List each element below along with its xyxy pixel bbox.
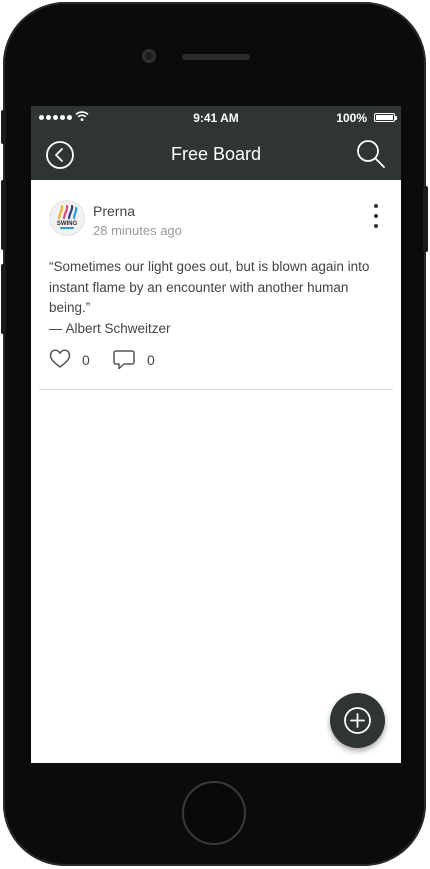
battery-icon xyxy=(374,113,397,122)
heart-outline-icon[interactable] xyxy=(49,348,71,370)
status-bar: 9:41 AM 100% xyxy=(31,106,401,130)
post-author[interactable]: Prerna xyxy=(93,203,135,219)
battery-percentage: 100% xyxy=(336,111,367,125)
swing-logo: SWING xyxy=(57,204,78,229)
volume-down-button xyxy=(1,264,6,334)
earpiece-speaker xyxy=(182,54,250,60)
post-timestamp: 28 minutes ago xyxy=(93,223,182,238)
post-body: “Sometimes our light goes out, but is bl… xyxy=(49,257,389,339)
front-camera xyxy=(142,49,156,63)
plus-circle-icon xyxy=(344,707,371,734)
volume-up-button xyxy=(1,180,6,250)
like-count: 0 xyxy=(82,352,90,368)
quote-text: “Sometimes our light goes out, but is bl… xyxy=(49,259,370,315)
speech-bubble-icon[interactable] xyxy=(112,348,136,372)
add-post-button[interactable] xyxy=(330,693,385,748)
home-button[interactable] xyxy=(182,781,246,845)
post-actions: 0 0 xyxy=(49,348,389,372)
header-bar: Free Board xyxy=(31,130,401,180)
post-divider xyxy=(39,389,393,390)
phone-frame: 9:41 AM 100% Free Board SWING Prerna 28 … xyxy=(1,2,428,866)
svg-text:SWING: SWING xyxy=(57,221,78,227)
more-vertical-icon[interactable] xyxy=(371,204,381,228)
page-title: Free Board xyxy=(170,144,262,164)
power-button xyxy=(423,186,428,252)
comment-count: 0 xyxy=(147,352,155,368)
app-screen: 9:41 AM 100% Free Board SWING Prerna 28 … xyxy=(31,106,401,763)
avatar[interactable]: SWING xyxy=(49,200,85,236)
mute-switch xyxy=(1,110,6,144)
quote-attribution: — Albert Schweitzer xyxy=(49,320,171,336)
search-icon[interactable] xyxy=(355,138,387,170)
